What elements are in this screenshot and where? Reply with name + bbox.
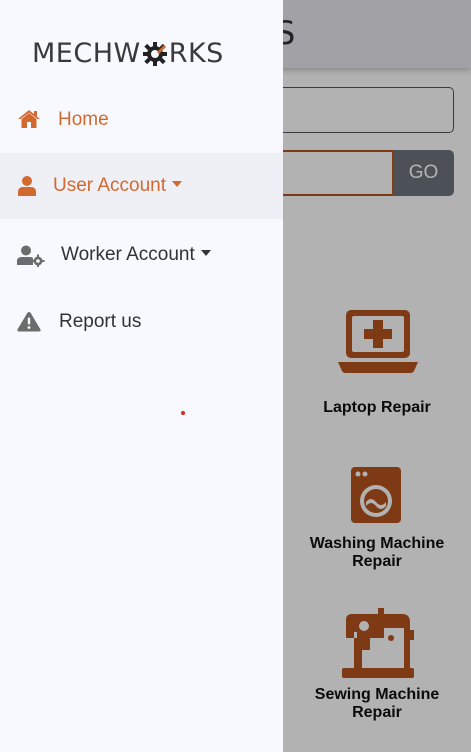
worker-account-text: Worker Account (61, 244, 195, 265)
warning-icon (17, 311, 41, 332)
user-icon (17, 176, 37, 196)
home-icon (17, 109, 41, 129)
gear-icon (142, 41, 168, 67)
red-dot (181, 411, 185, 415)
chevron-down-icon (172, 180, 182, 187)
nav-item-home[interactable]: Home (0, 87, 283, 153)
nav-label-report-us: Report us (59, 311, 142, 332)
brand-suffix: RKS (168, 38, 224, 69)
nav-label-worker-account: Worker Account (61, 244, 211, 266)
brand-logo[interactable]: MECHW RKS (32, 38, 224, 69)
nav-item-worker-account[interactable]: Worker Account (0, 222, 283, 288)
user-account-text: User Account (53, 175, 166, 196)
brand-prefix: MECHW (32, 38, 141, 69)
nav-item-user-account[interactable]: User Account (0, 153, 283, 219)
nav-item-report-us[interactable]: Report us (0, 289, 283, 355)
chevron-down-icon (200, 249, 211, 256)
side-drawer: MECHW RKS Home User Account Worker Accou… (0, 0, 283, 752)
user-gear-icon (17, 245, 45, 267)
nav-label-home: Home (58, 109, 109, 130)
nav-label-user-account: User Account (53, 175, 182, 197)
